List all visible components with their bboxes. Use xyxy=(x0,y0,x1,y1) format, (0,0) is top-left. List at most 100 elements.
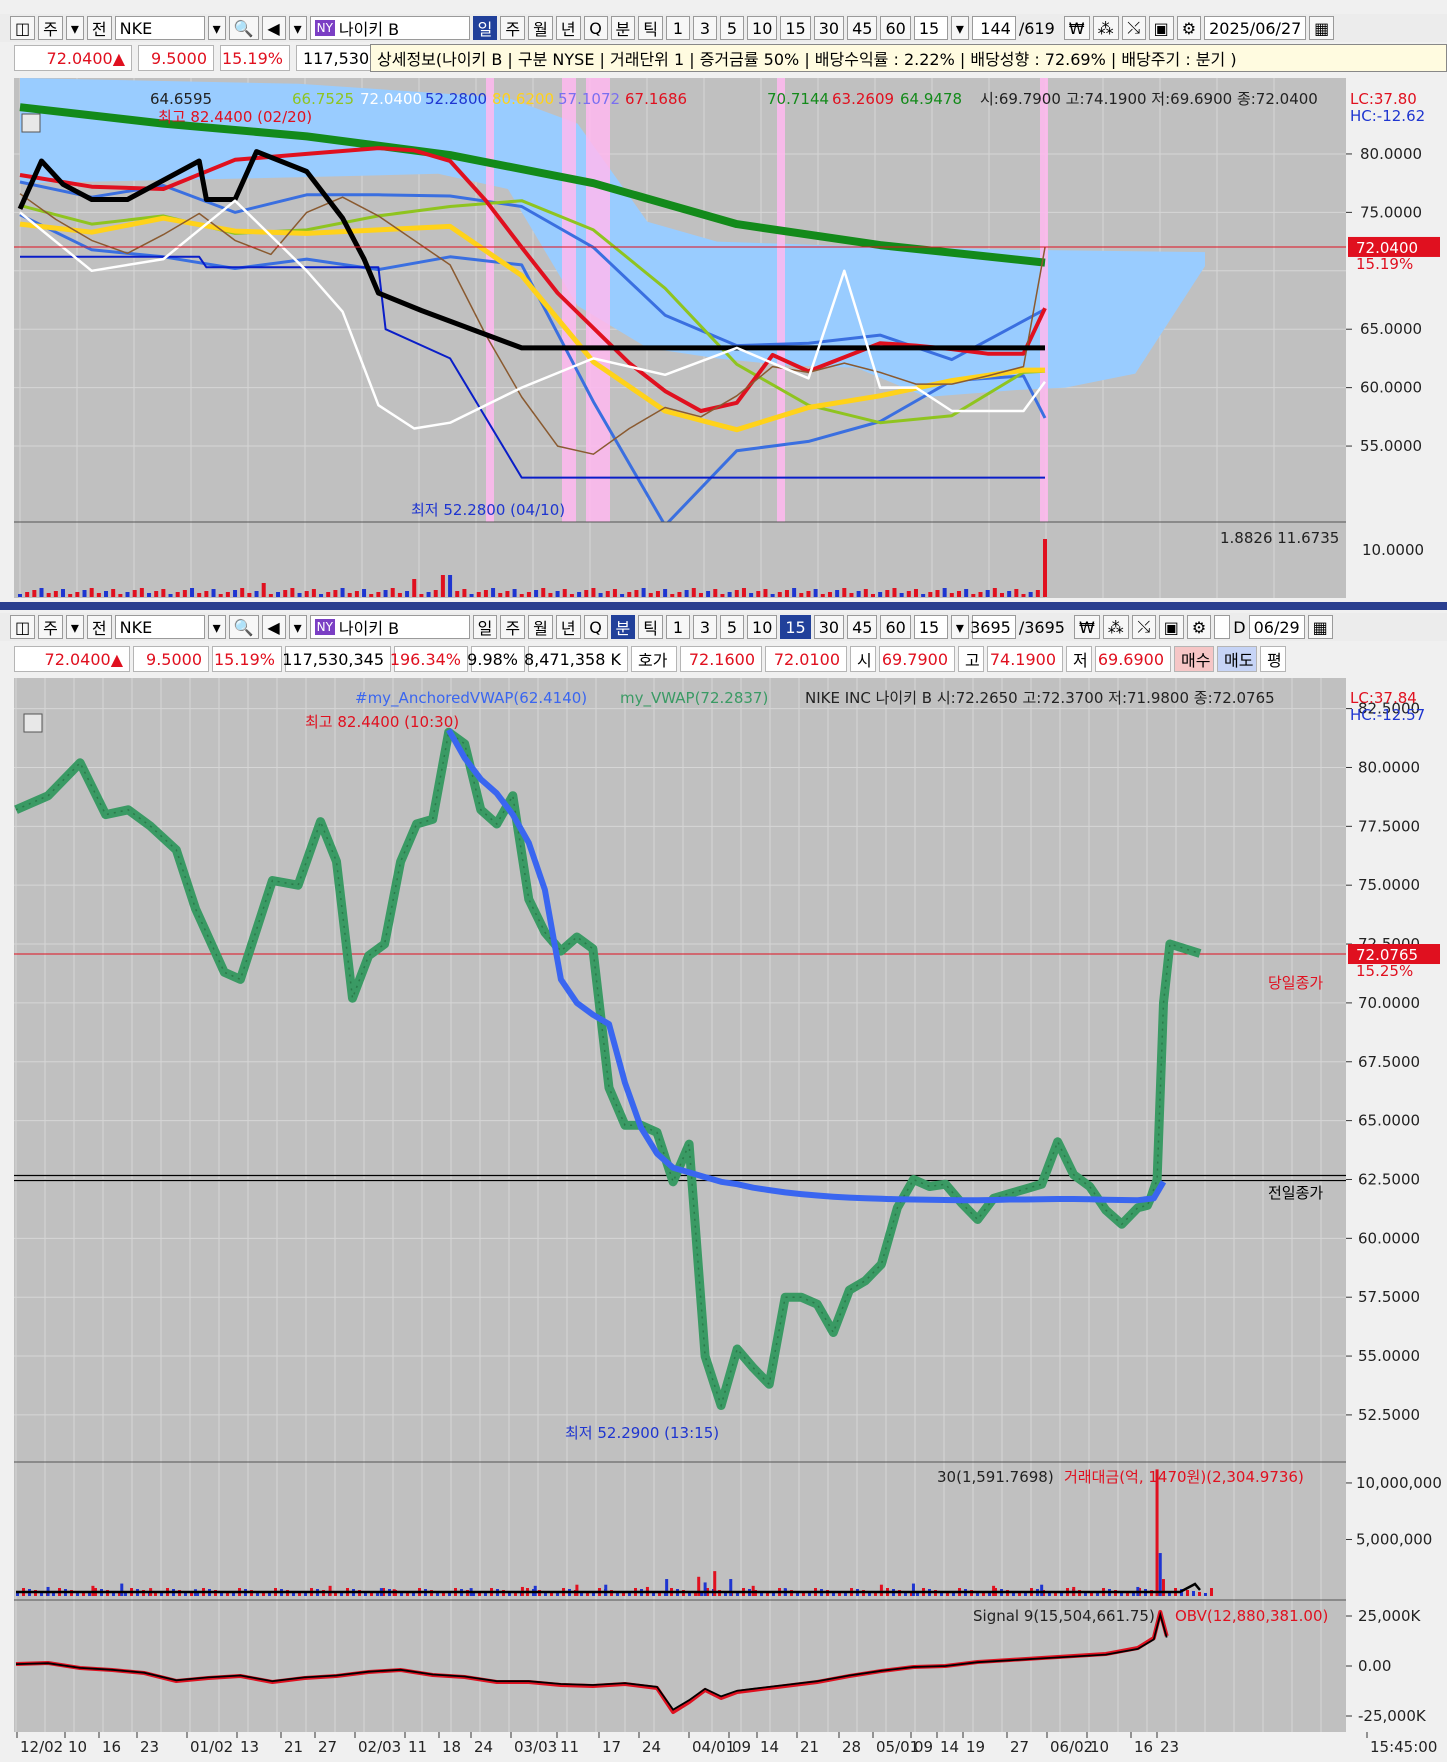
interval-3-2[interactable]: 3 xyxy=(693,615,718,639)
date-input-2[interactable]: 06/29 xyxy=(1248,615,1305,639)
period-day-2[interactable]: 일 xyxy=(472,615,498,639)
period-minute[interactable]: 분 xyxy=(610,16,636,40)
daily-volume-bar xyxy=(928,592,933,597)
daily-volume-bar xyxy=(591,588,596,597)
daily-volume-bar xyxy=(240,588,245,597)
gear-icon-2[interactable]: ⚙ xyxy=(1186,615,1212,639)
calendar-icon-2[interactable]: ▦ xyxy=(1307,615,1333,639)
drawing-tool-icon[interactable]: ⤯ xyxy=(1121,16,1146,40)
interval-10[interactable]: 10 xyxy=(747,16,778,40)
daily-volume-bar xyxy=(211,589,216,597)
count-input[interactable]: 144 xyxy=(971,16,1016,40)
symbol-dropdown-icon-2[interactable]: ▾ xyxy=(207,615,226,639)
count-total: /619 xyxy=(1018,18,1055,38)
daily-chart-panel xyxy=(14,78,1346,598)
daily-volume-bar xyxy=(491,588,496,597)
interval-5-2[interactable]: 5 xyxy=(720,615,745,639)
interval-15[interactable]: 15 xyxy=(780,16,811,40)
drawing-tool-icon-2[interactable]: ⤯ xyxy=(1131,615,1156,639)
currency-icon-2[interactable]: ₩ xyxy=(1073,615,1100,639)
period-month[interactable]: 월 xyxy=(528,16,553,40)
scope-button-2[interactable]: 전 xyxy=(86,615,112,639)
period-tick-2[interactable]: 틱 xyxy=(638,615,664,639)
daily-volume-bar xyxy=(498,593,503,597)
daily-chart-menu-icon[interactable] xyxy=(21,113,41,133)
buy-button[interactable]: 매수 xyxy=(1174,646,1214,672)
save-icon[interactable]: ▣ xyxy=(1148,16,1174,40)
chart-layout-icon[interactable]: ◫ xyxy=(10,16,36,40)
daily-volume-bar xyxy=(104,591,109,597)
period-week[interactable]: 주 xyxy=(500,16,526,40)
interval-60-2[interactable]: 60 xyxy=(880,615,911,639)
speaker-dropdown-icon[interactable]: ▾ xyxy=(288,16,307,40)
speaker-dropdown-icon-2[interactable]: ▾ xyxy=(288,615,307,639)
market-dropdown-icon-2[interactable]: ▾ xyxy=(65,615,84,639)
market-dropdown-icon[interactable]: ▾ xyxy=(65,16,84,40)
symbol-value-2: NKE xyxy=(119,617,153,637)
volume-bar-base xyxy=(772,1593,775,1596)
interval-input[interactable]: 15 xyxy=(913,16,948,40)
volume-bar-base xyxy=(1072,1589,1075,1596)
period-quarter[interactable]: Q xyxy=(583,16,608,40)
volume-bar-base xyxy=(292,1591,295,1596)
sell-button[interactable]: 매도 xyxy=(1217,646,1257,672)
speaker-icon[interactable]: ◀ xyxy=(261,16,286,40)
stock-name-field-2[interactable]: NY 나이키 B xyxy=(309,615,470,639)
stock-name-field[interactable]: NY 나이키 B xyxy=(309,16,470,40)
market-select[interactable]: 주 xyxy=(38,16,63,40)
speaker-icon-2[interactable]: ◀ xyxy=(261,615,286,639)
period-tick[interactable]: 틱 xyxy=(638,16,664,40)
date-input[interactable]: 2025/06/27 xyxy=(1204,16,1307,40)
search-icon-2[interactable]: 🔍 xyxy=(228,615,259,639)
period-year[interactable]: 년 xyxy=(555,16,581,40)
candle-settings-icon[interactable]: ⁂ xyxy=(1092,16,1119,40)
interval-dropdown-icon[interactable]: ▾ xyxy=(950,16,969,40)
daily-volume-bar xyxy=(161,589,166,597)
gear-icon[interactable]: ⚙ xyxy=(1176,16,1202,40)
daily-volume-bar xyxy=(641,588,646,597)
daily-legend-value: 67.1686 xyxy=(625,90,687,108)
chart-layout-icon-2[interactable]: ◫ xyxy=(10,615,36,639)
interval-input-2[interactable]: 15 xyxy=(913,615,948,639)
daily-volume-bar xyxy=(276,592,281,597)
calendar-icon[interactable]: ▦ xyxy=(1309,16,1335,40)
interval-60[interactable]: 60 xyxy=(880,16,911,40)
d-checkbox[interactable] xyxy=(1214,615,1231,639)
interval-30[interactable]: 30 xyxy=(813,16,845,40)
x-tick-label: 17 xyxy=(602,1738,621,1756)
interval-30-2[interactable]: 30 xyxy=(813,615,845,639)
interval-45-2[interactable]: 45 xyxy=(847,615,878,639)
interval-15-2[interactable]: 15 xyxy=(780,615,811,639)
period-year-2[interactable]: 년 xyxy=(555,615,581,639)
symbol-input[interactable]: NKE xyxy=(114,16,205,40)
interval-1[interactable]: 1 xyxy=(666,16,691,40)
count-input-2[interactable]: 3695 xyxy=(970,615,1016,639)
scope-button[interactable]: 전 xyxy=(86,16,112,40)
market-select-2[interactable]: 주 xyxy=(38,615,63,639)
average-button[interactable]: 평 xyxy=(1260,646,1286,672)
search-icon[interactable]: 🔍 xyxy=(228,16,259,40)
period-week-2[interactable]: 주 xyxy=(500,615,526,639)
volume-bar-base xyxy=(40,1591,43,1596)
volume-bar-base xyxy=(190,1592,193,1596)
high-price: 74.1900 xyxy=(987,646,1063,672)
interval-1-2[interactable]: 1 xyxy=(666,615,691,639)
daily-volume-bar xyxy=(1014,589,1019,597)
interval-45[interactable]: 45 xyxy=(847,16,878,40)
volume-bar-base xyxy=(652,1591,655,1596)
period-month-2[interactable]: 월 xyxy=(528,615,553,639)
period-quarter-2[interactable]: Q xyxy=(583,615,608,639)
interval-dropdown-icon-2[interactable]: ▾ xyxy=(950,615,969,639)
interval-3[interactable]: 3 xyxy=(693,16,718,40)
interval-5[interactable]: 5 xyxy=(720,16,745,40)
candle-settings-icon-2[interactable]: ⁂ xyxy=(1102,615,1129,639)
currency-icon[interactable]: ₩ xyxy=(1063,16,1090,40)
obv-signal-series xyxy=(15,1611,1168,1711)
save-icon-2[interactable]: ▣ xyxy=(1158,615,1184,639)
period-minute-2[interactable]: 분 xyxy=(610,615,636,639)
period-day[interactable]: 일 xyxy=(472,16,498,40)
interval-10-2[interactable]: 10 xyxy=(747,615,778,639)
intraday-chart-menu-icon[interactable] xyxy=(23,713,43,733)
symbol-input-2[interactable]: NKE xyxy=(114,615,205,639)
symbol-dropdown-icon[interactable]: ▾ xyxy=(207,16,226,40)
